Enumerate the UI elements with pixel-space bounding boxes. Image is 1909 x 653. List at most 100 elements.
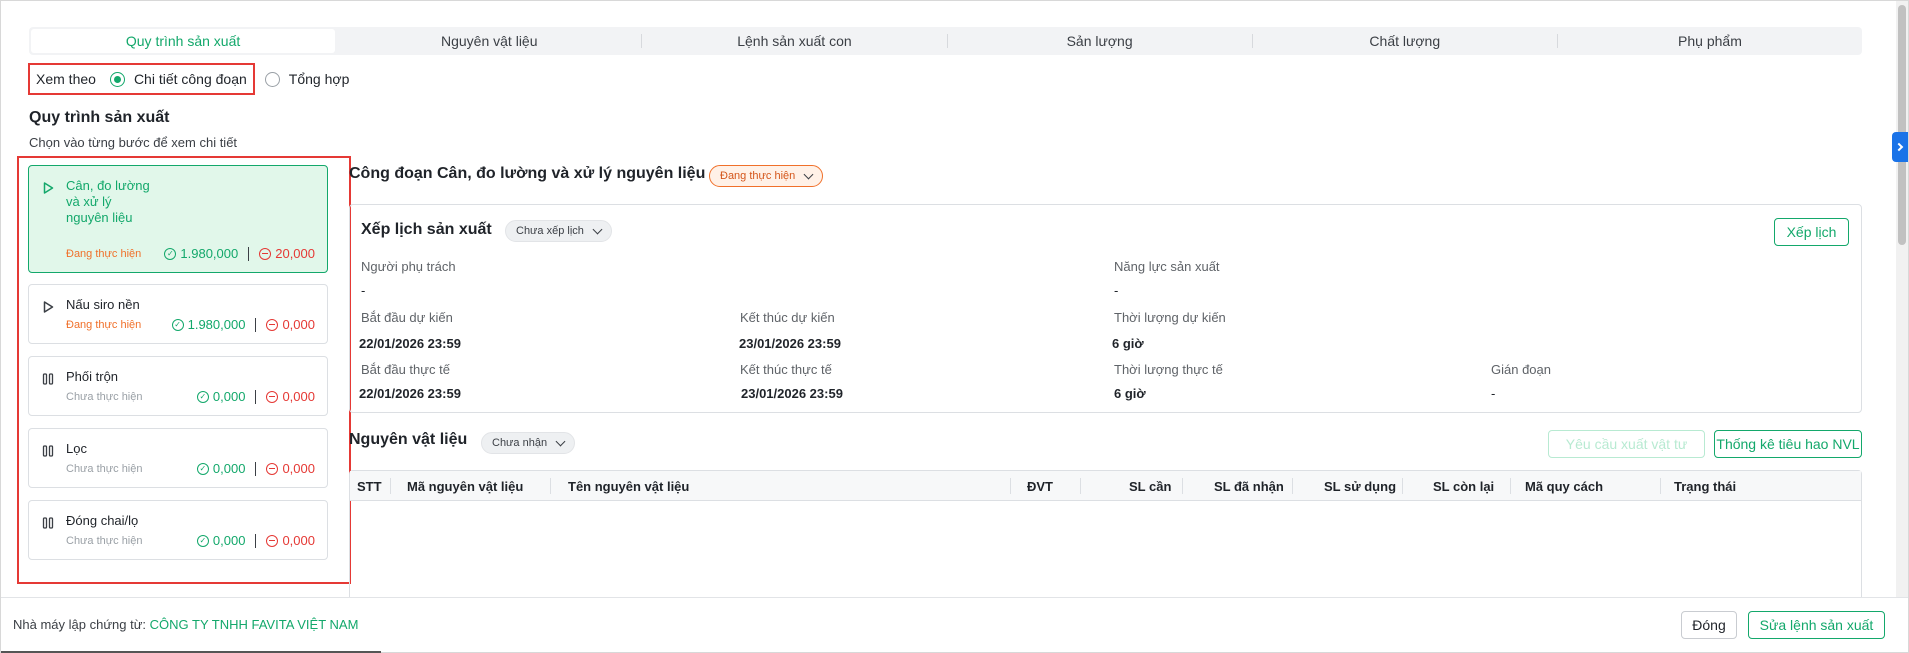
step-status: Đang thực hiện xyxy=(66,248,142,260)
factory-company-link[interactable]: CÔNG TY TNHH FAVITA VIỆT NAM xyxy=(150,617,359,632)
stage-status-label: Đang thực hiện xyxy=(720,170,796,182)
schedule-status-label: Chưa xếp lịch xyxy=(516,225,584,237)
defect-quantity: 0,000 xyxy=(266,389,315,404)
defect-quantity: 20,000 xyxy=(259,246,315,261)
schedule-button[interactable]: Xếp lịch xyxy=(1774,218,1849,246)
process-subtitle: Chọn vào từng bước để xem chi tiết xyxy=(29,135,238,150)
owner-label: Người phụ trách xyxy=(361,259,456,274)
col-divider xyxy=(1010,478,1011,494)
chevron-down-icon xyxy=(803,169,814,180)
process-steps-panel: Cân, đo lường và xử lý nguyên liệu Đang … xyxy=(17,156,351,584)
step-card-mixing[interactable]: Phối trộn Chưa thực hiện ✓ 0,000 0,000 xyxy=(28,356,328,416)
tab-output[interactable]: Sản lượng xyxy=(948,27,1252,55)
step-name: Nấu siro nền xyxy=(66,297,140,312)
col-unit: ĐVT xyxy=(1027,478,1053,494)
plan-end-label: Kết thúc dự kiến xyxy=(740,310,835,325)
request-materials-button[interactable]: Yêu cầu xuất vật tư xyxy=(1548,430,1705,458)
radio-detail-stage-label: Chi tiết công đoạn xyxy=(133,71,247,87)
minus-circle-icon xyxy=(266,318,279,331)
plan-duration-label: Thời lượng dự kiến xyxy=(1114,310,1226,325)
step-metrics: ✓ 1.980,000 0,000 xyxy=(171,317,315,332)
vertical-scrollbar[interactable] xyxy=(1896,1,1908,597)
interrupt-label: Gián đoạn xyxy=(1491,362,1551,377)
schedule-title: Xếp lịch sản xuất xyxy=(361,221,492,238)
radio-unchecked-icon[interactable] xyxy=(264,71,280,87)
process-title: Quy trình sản xuất xyxy=(29,109,170,126)
col-divider xyxy=(1292,478,1293,494)
actual-start-label: Bắt đầu thực tế xyxy=(361,362,450,377)
step-metrics: ✓ 0,000 0,000 xyxy=(196,389,315,404)
step-card-filter[interactable]: Lọc Chưa thực hiện ✓ 0,000 0,000 xyxy=(28,428,328,488)
metric-divider xyxy=(255,461,257,476)
factory-info: Nhà máy lập chứng từ: CÔNG TY TNHH FAVIT… xyxy=(13,617,358,632)
step-card-bottling[interactable]: Đóng chai/lọ Chưa thực hiện ✓ 0,000 0,000 xyxy=(28,500,328,560)
footer-bar: Nhà máy lập chứng từ: CÔNG TY TNHH FAVIT… xyxy=(1,597,1908,651)
actual-end-label: Kết thúc thực tế xyxy=(740,362,832,377)
capacity-label: Năng lực sản xuất xyxy=(1114,259,1220,274)
step-status: Chưa thực hiện xyxy=(66,463,143,475)
tab-sub-orders[interactable]: Lệnh sản xuất con xyxy=(642,27,946,55)
capacity-value: - xyxy=(1114,283,1119,298)
schedule-status-dropdown[interactable]: Chưa xếp lịch xyxy=(505,220,612,242)
pause-icon xyxy=(42,373,54,385)
actual-duration-label: Thời lượng thực tế xyxy=(1114,362,1223,377)
col-material-name: Tên nguyên vật liệu xyxy=(568,478,690,494)
defect-quantity: 0,000 xyxy=(266,461,315,476)
consumption-stats-button[interactable]: Thống kê tiêu hao NVL xyxy=(1714,430,1862,458)
view-mode-group: Xem theo Chi tiết công đoạn Tổng hợp xyxy=(28,63,349,95)
edit-order-button[interactable]: Sửa lệnh sản xuất xyxy=(1748,611,1885,639)
good-quantity: ✓ 1.980,000 xyxy=(164,246,238,261)
defect-quantity: 0,000 xyxy=(266,533,315,548)
check-circle-icon: ✓ xyxy=(196,462,209,475)
minus-circle-icon xyxy=(266,534,279,547)
scrollbar-thumb[interactable] xyxy=(1898,5,1906,245)
good-quantity: ✓ 1.980,000 xyxy=(171,317,245,332)
chevron-down-icon xyxy=(592,224,603,235)
tab-quality[interactable]: Chất lượng xyxy=(1253,27,1557,55)
chevron-down-icon xyxy=(555,436,566,447)
col-qty-used: SL sử dụng xyxy=(1324,478,1397,494)
step-card-syrup[interactable]: Nấu siro nền Đang thực hiện ✓ 1.980,000 0… xyxy=(28,284,328,344)
col-divider xyxy=(1660,478,1661,494)
actual-start-value: 22/01/2026 23:59 xyxy=(359,386,461,401)
col-material-code: Mã nguyên vật liệu xyxy=(407,478,524,494)
defect-quantity: 0,000 xyxy=(266,317,315,332)
step-metrics: ✓ 1.980,000 20,000 xyxy=(164,246,315,261)
minus-circle-icon xyxy=(259,247,272,260)
metric-divider xyxy=(248,246,250,261)
actual-end-value: 23/01/2026 23:59 xyxy=(741,386,843,401)
factory-label: Nhà máy lập chứng từ: xyxy=(13,617,147,632)
main-content: Quy trình sản xuất Nguyên vật liệu Lệnh … xyxy=(9,1,1896,597)
good-quantity: ✓ 0,000 xyxy=(196,461,245,476)
col-stt: STT xyxy=(357,478,382,494)
radio-detail-stage[interactable]: Chi tiết công đoạn xyxy=(109,71,247,87)
materials-title: Nguyên vật liệu xyxy=(349,431,468,448)
radio-checked-icon[interactable] xyxy=(109,71,125,87)
check-circle-icon: ✓ xyxy=(196,534,209,547)
col-qty-needed: SL cần xyxy=(1129,478,1172,494)
col-divider xyxy=(1080,478,1081,494)
step-card-weighing[interactable]: Cân, đo lường và xử lý nguyên liệu Đang … xyxy=(28,165,328,273)
close-button[interactable]: Đóng xyxy=(1681,611,1737,639)
pause-icon xyxy=(42,517,54,529)
step-name: Đóng chai/lọ xyxy=(66,513,139,528)
radio-summary[interactable]: Tổng hợp xyxy=(264,71,350,87)
stage-status-dropdown[interactable]: Đang thực hiện xyxy=(709,165,824,187)
chevron-right-icon[interactable] xyxy=(1892,132,1908,162)
step-metrics: ✓ 0,000 0,000 xyxy=(196,461,315,476)
tab-production-process[interactable]: Quy trình sản xuất xyxy=(31,29,336,53)
minus-circle-icon xyxy=(266,462,279,475)
col-divider xyxy=(1510,478,1511,494)
plan-start-label: Bắt đầu dự kiến xyxy=(361,310,453,325)
col-qty-remaining: SL còn lại xyxy=(1433,478,1495,494)
materials-status-dropdown[interactable]: Chưa nhận xyxy=(481,432,576,454)
radio-summary-label: Tổng hợp xyxy=(288,71,350,87)
step-status: Chưa thực hiện xyxy=(66,535,143,547)
plan-end-value: 23/01/2026 23:59 xyxy=(739,336,841,351)
tab-materials[interactable]: Nguyên vật liệu xyxy=(337,27,641,55)
col-divider xyxy=(1182,478,1183,494)
metric-divider xyxy=(255,389,257,404)
step-name: Lọc xyxy=(66,441,87,456)
tab-byproducts[interactable]: Phụ phẩm xyxy=(1558,27,1862,55)
view-mode-label: Xem theo xyxy=(36,71,96,87)
